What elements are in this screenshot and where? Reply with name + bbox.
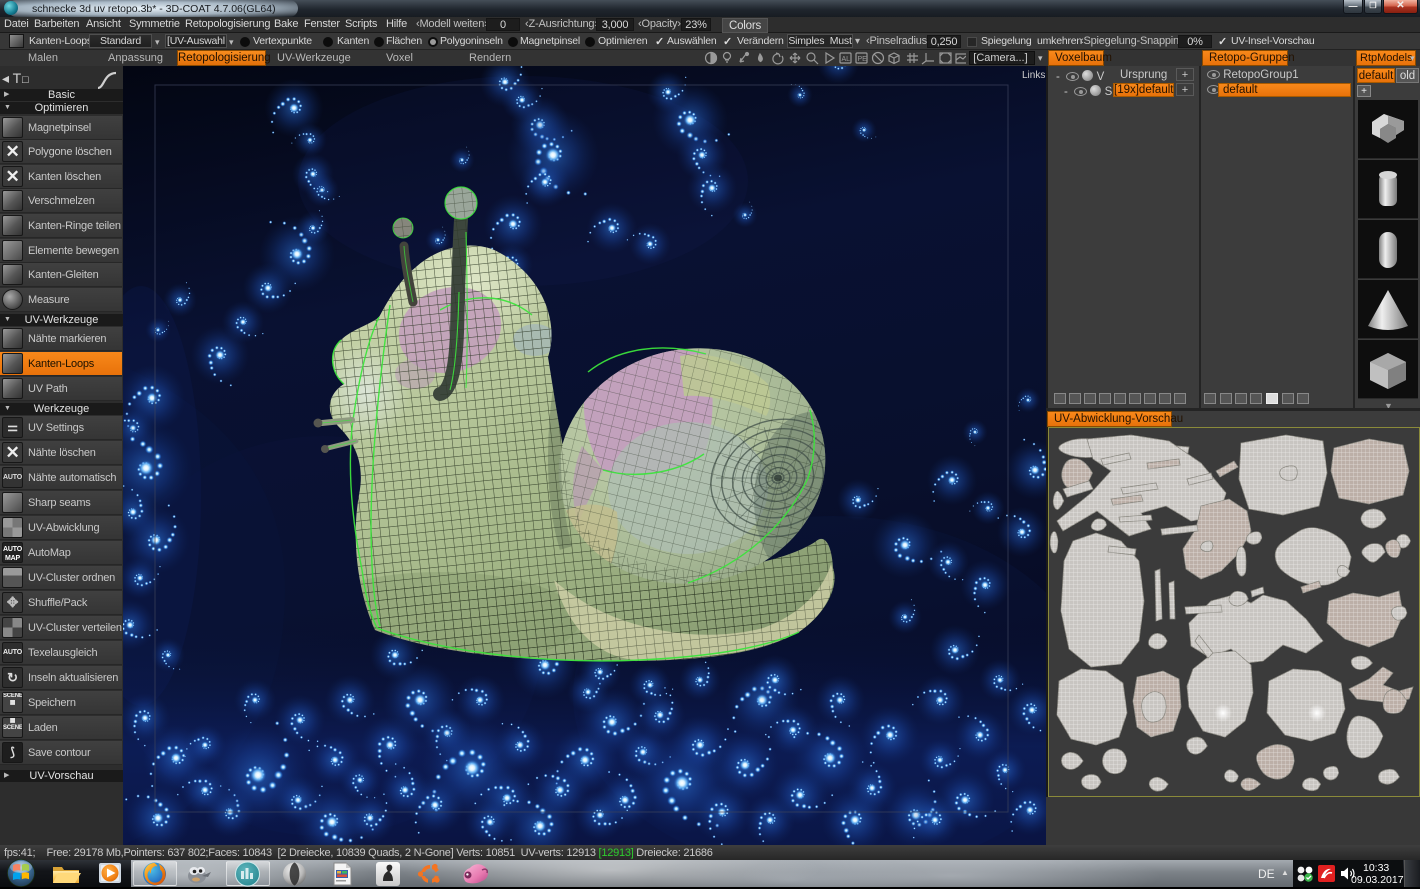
svg-text:Links: Links bbox=[1022, 70, 1045, 81]
svg-text:PE: PE bbox=[858, 56, 868, 63]
svg-text:AL: AL bbox=[842, 56, 851, 63]
